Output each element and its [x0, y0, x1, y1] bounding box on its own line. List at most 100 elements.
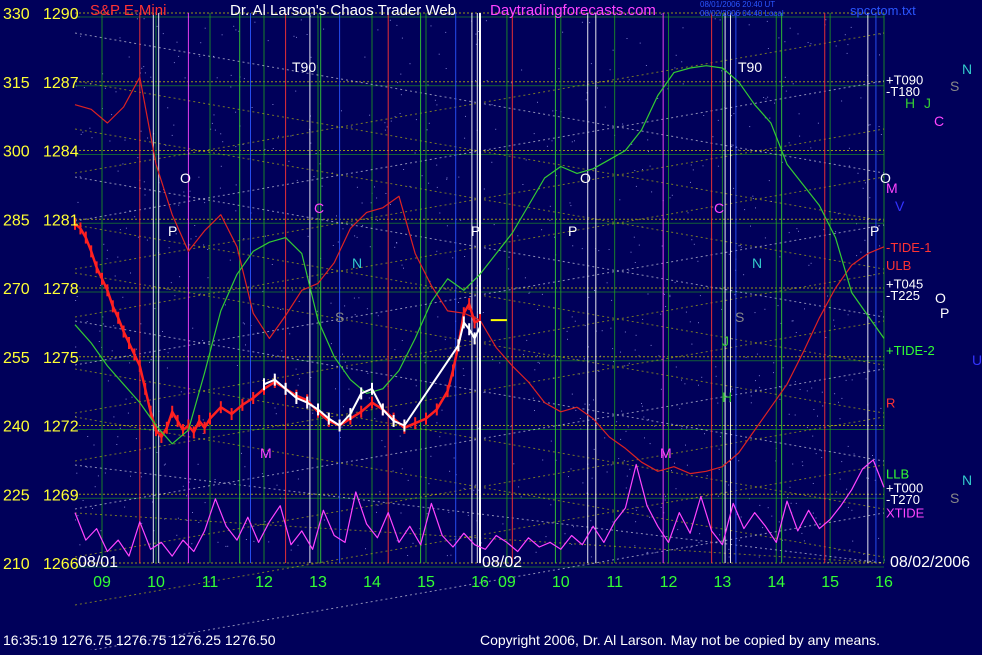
- star-dot: [241, 452, 242, 454]
- star-dot: [394, 349, 396, 351]
- star-dot: [733, 187, 735, 189]
- star-dot: [669, 197, 671, 199]
- date-label-day1: 08/01: [78, 554, 118, 571]
- star-dot: [281, 350, 283, 352]
- planet-label: P: [168, 223, 177, 239]
- x-hour-tick-label: 13: [714, 574, 732, 591]
- star-dot: [222, 141, 224, 143]
- star-dot: [394, 116, 396, 118]
- star-dot: [99, 330, 101, 332]
- star-dot: [692, 169, 694, 171]
- star-dot: [579, 418, 581, 419]
- star-dot: [699, 295, 701, 297]
- star-dot: [436, 104, 438, 106]
- star-dot: [315, 153, 317, 154]
- star-dot: [812, 435, 814, 437]
- star-dot: [625, 430, 627, 432]
- star-dot: [119, 427, 121, 429]
- star-dot: [593, 448, 595, 450]
- flux-label: R: [886, 396, 895, 411]
- star-dot: [661, 245, 663, 247]
- star-dot: [198, 176, 200, 178]
- star-dot: [718, 468, 720, 470]
- star-dot: [675, 488, 677, 490]
- star-dot: [847, 445, 849, 447]
- star-dot: [853, 453, 855, 455]
- star-dot: [271, 264, 273, 265]
- star-dot: [733, 113, 735, 115]
- planet-label: S: [950, 490, 959, 506]
- star-dot: [851, 379, 853, 381]
- star-dot: [564, 533, 566, 535]
- star-dot: [313, 176, 315, 177]
- star-dot: [130, 475, 131, 477]
- star-dot: [628, 79, 630, 81]
- star-dot: [166, 288, 168, 290]
- star-dot: [628, 362, 630, 364]
- star-dot: [704, 433, 705, 435]
- star-dot: [798, 230, 799, 232]
- star-dot: [865, 378, 867, 380]
- star-dot: [618, 458, 620, 460]
- star-dot: [449, 470, 451, 472]
- star-dot: [715, 375, 717, 377]
- star-dot: [675, 366, 677, 368]
- star-dot: [400, 94, 402, 96]
- star-dot: [191, 543, 193, 545]
- planet-label: C: [714, 200, 724, 216]
- star-dot: [144, 72, 146, 74]
- star-dot: [623, 460, 625, 462]
- star-dot: [207, 277, 209, 279]
- planet-label: J: [722, 333, 729, 349]
- star-dot: [394, 246, 396, 248]
- star-dot: [464, 256, 466, 257]
- star-dot: [117, 170, 119, 172]
- star-dot: [712, 136, 714, 138]
- star-dot: [439, 212, 441, 214]
- star-dot: [525, 159, 527, 161]
- star-dot: [458, 302, 459, 303]
- star-dot: [717, 402, 719, 404]
- star-dot: [296, 36, 297, 38]
- site-url[interactable]: Daytradingforecasts.com: [490, 2, 656, 19]
- star-dot: [846, 52, 848, 54]
- star-dot: [354, 314, 356, 316]
- star-dot: [660, 507, 662, 508]
- star-dot: [82, 500, 84, 501]
- star-dot: [738, 460, 740, 462]
- star-dot: [572, 245, 574, 247]
- star-dot: [647, 551, 649, 553]
- star-dot: [235, 111, 237, 113]
- star-dot: [162, 33, 164, 35]
- star-dot: [156, 25, 158, 27]
- star-dot: [719, 436, 721, 438]
- y-angle-tick-label: 300: [3, 144, 30, 161]
- star-dot: [376, 197, 378, 199]
- star-dot: [606, 471, 608, 473]
- star-dot: [610, 327, 612, 329]
- star-dot: [204, 27, 206, 29]
- star-dot: [478, 427, 480, 429]
- star-dot: [801, 461, 803, 463]
- planet-label: M: [260, 445, 272, 461]
- star-dot: [379, 491, 381, 493]
- star-dot: [784, 76, 786, 78]
- star-dot: [397, 82, 399, 84]
- star-dot: [230, 74, 232, 76]
- star-dot: [701, 376, 703, 378]
- star-dot: [649, 516, 651, 518]
- y-price-tick-label: 1290: [43, 6, 79, 23]
- star-dot: [235, 146, 237, 148]
- star-dot: [374, 186, 375, 188]
- star-dot: [703, 115, 705, 116]
- star-dot: [583, 358, 585, 360]
- star-dot: [619, 199, 621, 201]
- y-price-tick-label: 1275: [43, 350, 79, 367]
- star-dot: [426, 513, 428, 515]
- planet-label: N: [962, 61, 972, 77]
- star-dot: [845, 379, 847, 381]
- star-dot: [792, 320, 794, 322]
- star-dot: [792, 463, 794, 465]
- star-dot: [216, 77, 218, 79]
- star-dot: [508, 256, 510, 258]
